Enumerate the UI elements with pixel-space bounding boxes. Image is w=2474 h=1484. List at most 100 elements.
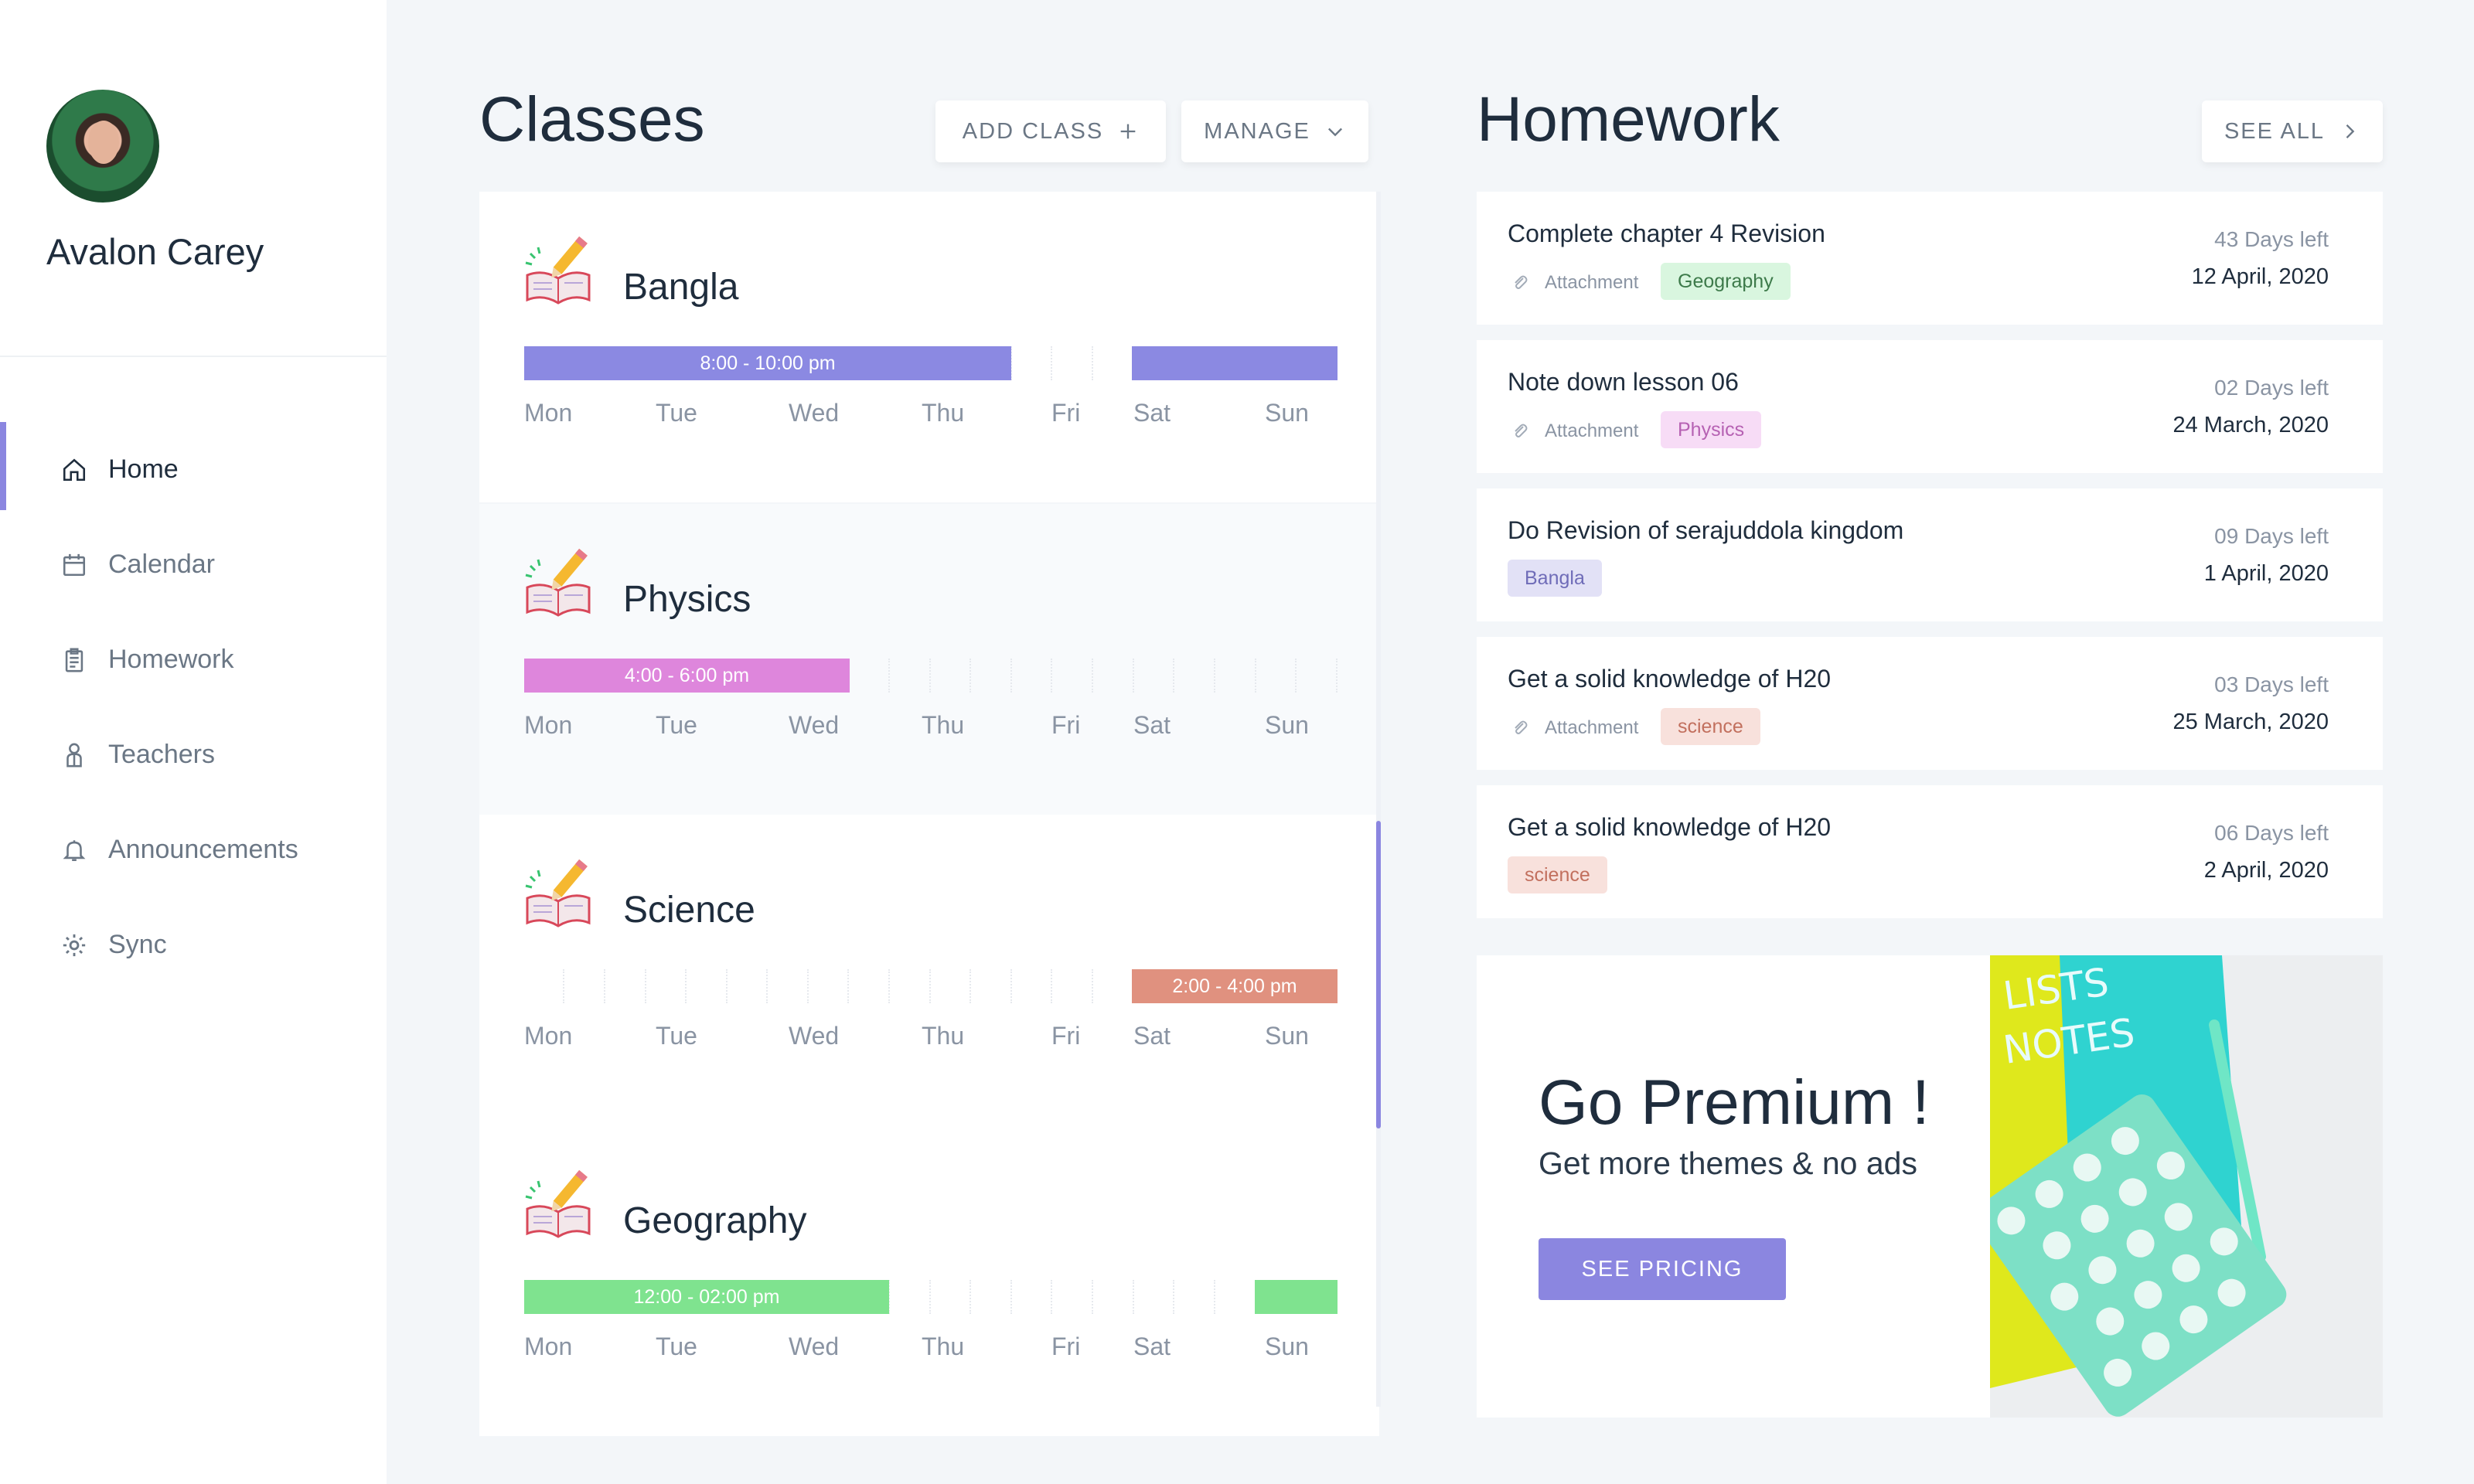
sidebar-item-sync[interactable]: Sync (0, 897, 387, 992)
day-label: Tue (656, 711, 697, 739)
schedule-bar[interactable]: 12:00 - 02:00 pm (524, 1280, 889, 1314)
sidebar-item-home[interactable]: Home (0, 422, 387, 517)
manage-label: MANAGE (1204, 118, 1310, 144)
schedule-slot[interactable] (524, 969, 564, 1003)
day-label: Wed (789, 399, 840, 427)
schedule-slot[interactable] (850, 969, 890, 1003)
schedule-slot[interactable] (687, 969, 728, 1003)
schedule-slot[interactable] (768, 969, 809, 1003)
premium-title: Go Premium ! (1539, 1067, 1930, 1138)
schedule-slot[interactable] (1134, 1280, 1174, 1314)
schedule-slot[interactable] (972, 1280, 1012, 1314)
book-pencil-icon (525, 548, 591, 617)
day-label: Mon (524, 399, 573, 427)
schedule-slot[interactable] (1175, 1280, 1215, 1314)
schedule-slot[interactable] (1134, 659, 1174, 693)
homework-item[interactable]: Get a solid knowledge of H20 Attachment sc… (1477, 637, 2383, 770)
see-all-label: SEE ALL (2224, 118, 2326, 144)
schedule-slot[interactable] (606, 969, 646, 1003)
schedule-slot[interactable] (891, 969, 931, 1003)
manage-button[interactable]: MANAGE (1181, 100, 1368, 162)
class-schedule: 2:00 - 4:00 pm (524, 969, 1338, 1003)
homework-title: Note down lesson 06 (1508, 368, 1739, 396)
schedule-slot[interactable] (1053, 1280, 1093, 1314)
schedule-slot[interactable] (809, 969, 849, 1003)
homework-title: Complete chapter 4 Revision (1508, 220, 1825, 247)
schedule-slot[interactable] (1094, 969, 1134, 1003)
schedule-bar[interactable]: 4:00 - 6:00 pm (524, 659, 850, 693)
schedule-slot[interactable] (850, 659, 890, 693)
schedule-slot[interactable] (1053, 969, 1093, 1003)
avatar[interactable] (46, 90, 159, 203)
add-class-button[interactable]: ADD CLASS (935, 100, 1166, 162)
days-left: 43 Days left (2214, 227, 2329, 251)
sidebar-item-calendar[interactable]: Calendar (0, 517, 387, 612)
see-pricing-button[interactable]: SEE PRICING (1539, 1238, 1786, 1300)
homework-item[interactable]: Get a solid knowledge of H20 science 06 Da… (1477, 785, 2383, 918)
class-card[interactable]: Bangla 8:00 - 10:00 pm Mon Tue Wed Thu Fri Sat S… (479, 192, 1379, 502)
schedule-slot[interactable] (1012, 346, 1052, 380)
subject-tag[interactable]: Geography (1661, 263, 1791, 300)
attachment-link[interactable]: Attachment (1511, 272, 1638, 294)
schedule-bar[interactable] (1132, 346, 1338, 380)
schedule-slot[interactable] (1297, 659, 1338, 693)
schedule-slot[interactable] (1053, 346, 1093, 380)
subject-tag[interactable]: science (1508, 856, 1607, 893)
homework-item[interactable]: Complete chapter 4 Revision Attachment Geo… (1477, 192, 2383, 325)
schedule-slot[interactable] (1094, 346, 1134, 380)
scrollbar-thumb[interactable] (1376, 821, 1381, 1128)
schedule-bar[interactable]: 8:00 - 10:00 pm (524, 346, 1011, 380)
gear-icon (60, 931, 88, 959)
attachment-link[interactable]: Attachment (1511, 717, 1638, 739)
sidebar-item-homework[interactable]: Homework (0, 612, 387, 707)
day-label: Wed (789, 711, 840, 739)
schedule-slot[interactable] (1012, 659, 1052, 693)
subject-tag[interactable]: Physics (1661, 411, 1762, 448)
schedule-slot[interactable] (728, 969, 768, 1003)
schedule-slot[interactable] (1094, 659, 1134, 693)
schedule-slot[interactable] (891, 659, 931, 693)
schedule-slot[interactable] (646, 969, 687, 1003)
schedule-slot[interactable] (1175, 659, 1215, 693)
notebook-image: LISTS NOTES (1990, 955, 2383, 1418)
schedule-slot[interactable] (972, 659, 1012, 693)
sidebar-item-label: Teachers (108, 740, 215, 769)
schedule-slot[interactable] (1012, 969, 1052, 1003)
calendar-icon (60, 551, 88, 579)
day-labels: Mon Tue Wed Thu Fri Sat Sun (524, 1022, 1338, 1053)
clipboard-icon (60, 646, 88, 674)
sidebar-item-announcements[interactable]: Announcements (0, 802, 387, 897)
schedule-slot[interactable] (891, 1280, 931, 1314)
schedule-slot[interactable] (1256, 659, 1297, 693)
schedule-slot[interactable] (1216, 659, 1256, 693)
schedule-slot[interactable] (565, 969, 605, 1003)
home-icon (60, 456, 88, 484)
schedule-slot[interactable] (1216, 1280, 1256, 1314)
profile-section: Avalon Carey (0, 0, 387, 357)
schedule-slot[interactable] (1094, 1280, 1134, 1314)
subject-tag[interactable]: science (1661, 708, 1760, 745)
premium-card: Go Premium ! Get more themes & no ads SE… (1477, 955, 2383, 1418)
sidebar-item-teachers[interactable]: Teachers (0, 707, 387, 802)
homework-item[interactable]: Do Revision of serajuddola kingdom Bangla… (1477, 488, 2383, 621)
class-card[interactable]: Science 2:00 - 4:00 pm Mon Tue Wed Thu Fri Sat S… (479, 815, 1379, 1125)
subject-tag[interactable]: Bangla (1508, 560, 1602, 597)
scrollbar-track[interactable] (1376, 192, 1381, 1407)
schedule-slot[interactable] (1012, 1280, 1052, 1314)
schedule-bar[interactable]: 2:00 - 4:00 pm (1132, 969, 1338, 1003)
attachment-link[interactable]: Attachment (1511, 420, 1638, 442)
class-card[interactable]: Physics 4:00 - 6:00 pm Mon Tue Wed Thu Fri Sat S… (479, 504, 1379, 815)
schedule-slot[interactable] (931, 1280, 971, 1314)
day-label: Sat (1133, 1333, 1171, 1360)
schedule-slot[interactable] (972, 969, 1012, 1003)
due-date: 12 April, 2020 (2191, 264, 2329, 289)
class-card[interactable]: Geography 12:00 - 02:00 pm Mon Tue Wed Thu Fri… (479, 1125, 1379, 1436)
day-labels: Mon Tue Wed Thu Fri Sat Sun (524, 711, 1338, 742)
schedule-slot[interactable] (1053, 659, 1093, 693)
day-label: Tue (656, 399, 697, 427)
schedule-slot[interactable] (931, 969, 971, 1003)
see-all-button[interactable]: SEE ALL (2202, 100, 2383, 162)
homework-item[interactable]: Note down lesson 06 Attachment Physics 02 D… (1477, 340, 2383, 473)
schedule-slot[interactable] (931, 659, 971, 693)
schedule-bar[interactable] (1255, 1280, 1338, 1314)
